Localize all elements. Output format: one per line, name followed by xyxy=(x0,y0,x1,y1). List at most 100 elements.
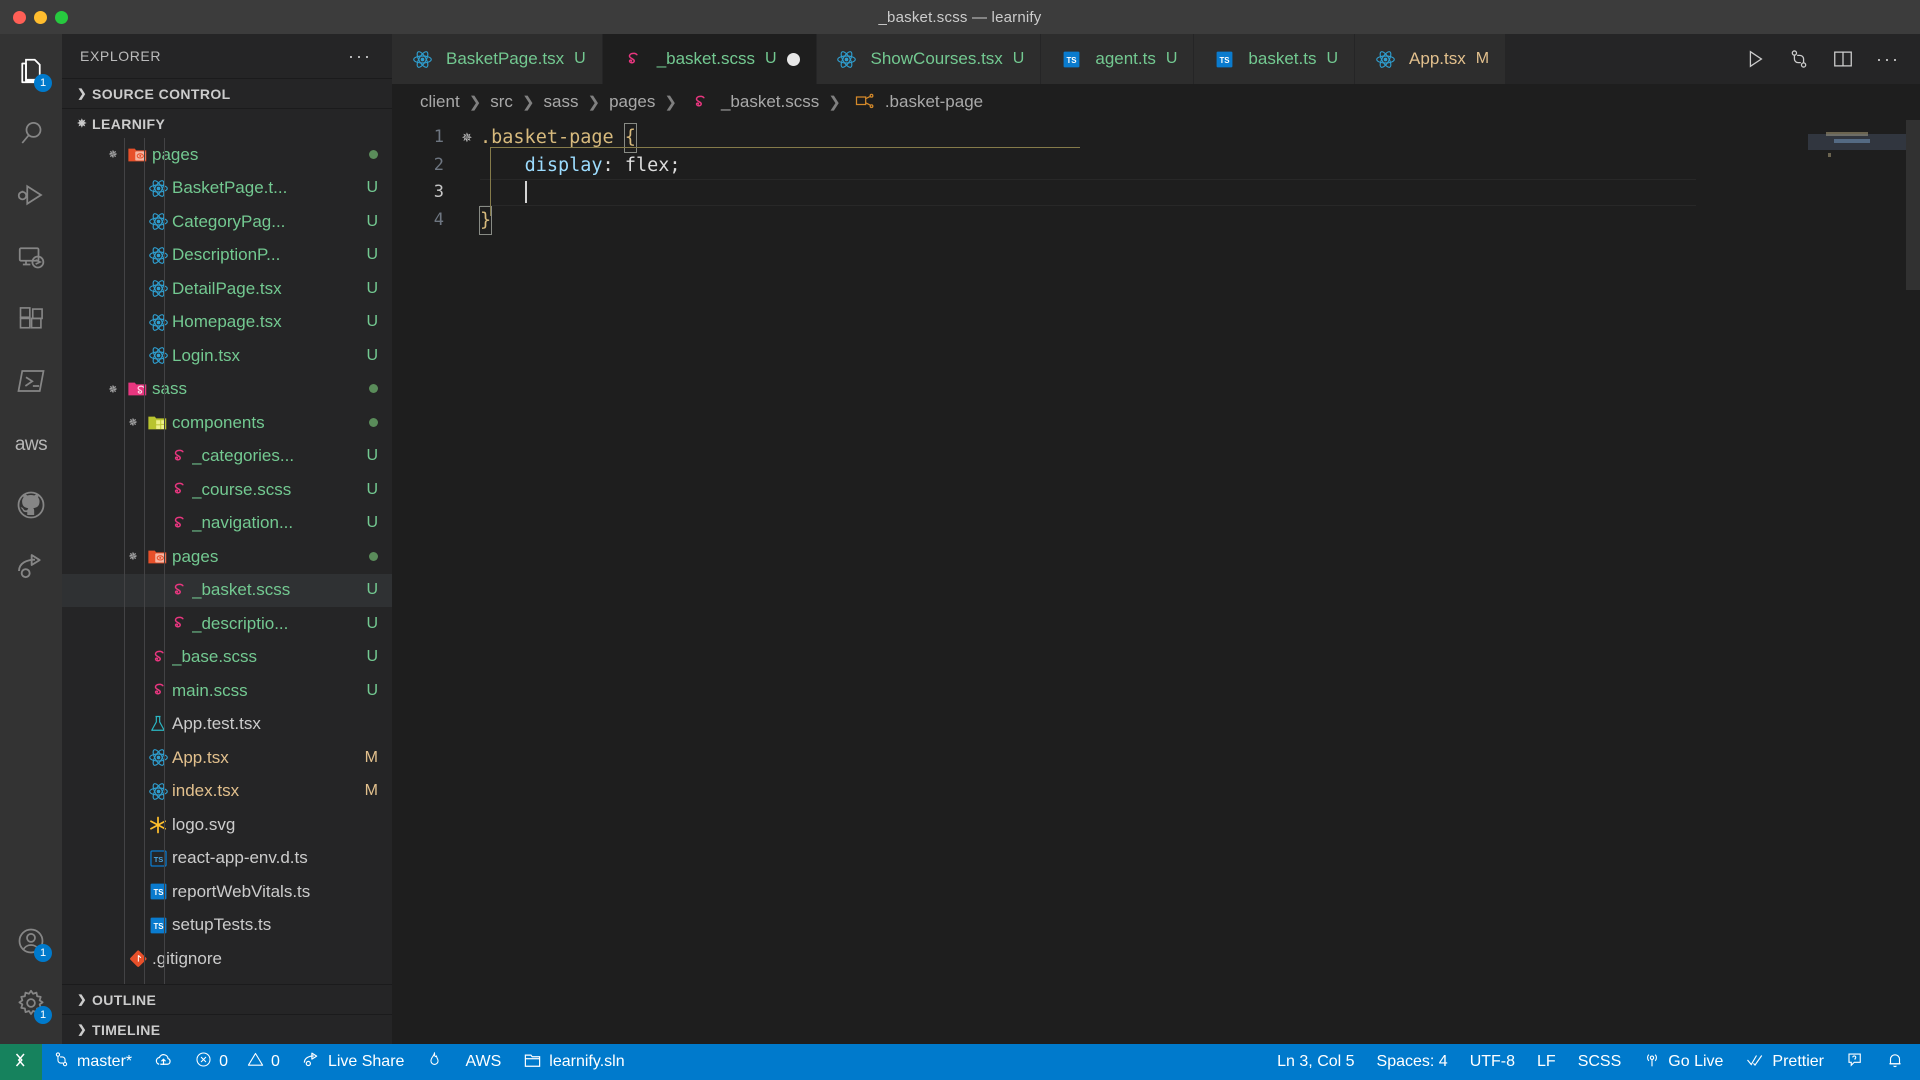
activity-powershell[interactable] xyxy=(0,352,62,414)
breadcrumb-item[interactable]: pages xyxy=(609,92,655,112)
status-flame[interactable] xyxy=(415,1044,454,1080)
tree-file-row[interactable]: _course.scss U xyxy=(62,473,392,507)
breadcrumb-item[interactable]: src xyxy=(490,92,513,112)
tab-dirty-indicator[interactable] xyxy=(786,52,800,66)
status-encoding[interactable]: UTF-8 xyxy=(1459,1044,1526,1080)
status-branch[interactable]: master* xyxy=(42,1044,143,1080)
chevron-down-icon[interactable]: ✵ xyxy=(122,416,144,429)
tree-folder-row[interactable]: ✵ pages xyxy=(62,138,392,172)
editor-tab[interactable]: ShowCourses.tsx U xyxy=(816,34,1042,84)
status-sync-changes[interactable] xyxy=(143,1044,184,1080)
status-language-mode[interactable]: SCSS xyxy=(1567,1044,1633,1080)
tree-item-label: sass xyxy=(152,379,187,399)
status-prettier[interactable]: Prettier xyxy=(1734,1044,1835,1080)
tree-file-row[interactable]: App.tsx M xyxy=(62,741,392,775)
chevron-down-icon[interactable]: ✵ xyxy=(102,148,124,161)
sidebar-more-actions-icon[interactable]: ··· xyxy=(348,46,372,67)
editor-tab[interactable]: BasketPage.tsx U xyxy=(392,34,603,84)
split-editor-icon[interactable] xyxy=(1832,48,1854,70)
tree-folder-row[interactable]: ✵ components xyxy=(62,406,392,440)
play-icon[interactable] xyxy=(1744,48,1766,70)
activity-accounts[interactable]: 1 xyxy=(0,912,62,974)
fold-chevron-down-icon[interactable]: ✵ xyxy=(454,124,480,152)
breadcrumb-item[interactable]: client xyxy=(420,92,460,112)
breadcrumb-item[interactable]: sass xyxy=(544,92,579,112)
tree-folder-row[interactable]: ✵ pages xyxy=(62,540,392,574)
bracket-scope-guide xyxy=(490,147,491,216)
tree-file-row[interactable]: TS reportWebVitals.ts xyxy=(62,875,392,909)
test-flask-icon xyxy=(144,714,172,734)
editor-scrollbar[interactable] xyxy=(1906,120,1920,1044)
status-solution[interactable]: learnify.sln xyxy=(512,1044,635,1080)
file-tree[interactable]: ✵ pages BasketPage.t... U CategoryPag... U … xyxy=(62,138,392,984)
activity-run-debug[interactable] xyxy=(0,166,62,228)
status-remote-host[interactable] xyxy=(0,1044,42,1080)
tree-file-row[interactable]: App.test.tsx xyxy=(62,708,392,742)
breadcrumb-item[interactable]: .basket-page xyxy=(850,92,983,112)
tree-file-row[interactable]: _base.scss U xyxy=(62,641,392,675)
code-editor[interactable]: 1 ✵ .basket-page { 2 display: flex; 3 4 … xyxy=(392,120,1808,1044)
more-icon[interactable]: ··· xyxy=(1876,49,1900,70)
activity-remote-explorer[interactable] xyxy=(0,228,62,290)
tree-file-row[interactable]: BasketPage.t... U xyxy=(62,172,392,206)
tree-file-row[interactable]: _navigation... U xyxy=(62,507,392,541)
editor-tab[interactable]: TS basket.ts U xyxy=(1194,34,1356,84)
tree-file-row[interactable]: logo.svg xyxy=(62,808,392,842)
status-go-live[interactable]: Go Live xyxy=(1632,1044,1734,1080)
status-feedback[interactable] xyxy=(1835,1044,1875,1080)
activity-search[interactable] xyxy=(0,104,62,166)
tree-item-label: Login.tsx xyxy=(172,345,241,365)
tree-file-row[interactable]: TS react-app-env.d.ts xyxy=(62,842,392,876)
minimap[interactable] xyxy=(1808,120,1920,1044)
section-timeline[interactable]: ❯ TIMELINE xyxy=(62,1014,392,1044)
status-problems[interactable]: 0 0 xyxy=(184,1044,291,1080)
tree-file-row[interactable]: index.tsx M xyxy=(62,775,392,809)
tree-file-row[interactable]: Login.tsx U xyxy=(62,339,392,373)
activity-aws[interactable]: aws xyxy=(0,414,62,476)
editor-tab[interactable]: _basket.scss U xyxy=(602,34,817,84)
activity-explorer[interactable]: 1 xyxy=(0,42,62,104)
close-window-button[interactable] xyxy=(13,10,26,24)
folder-sass-icon xyxy=(124,378,152,400)
breadcrumb[interactable]: client ❯ src ❯ sass ❯ pages ❯ _basket.scss ❯ .bask… xyxy=(392,84,1920,120)
status-aws[interactable]: AWS xyxy=(454,1044,512,1080)
tree-file-row[interactable]: CategoryPag... U xyxy=(62,205,392,239)
maximize-window-button[interactable] xyxy=(55,10,68,24)
status-notifications[interactable] xyxy=(1875,1044,1920,1080)
tree-file-row[interactable]: main.scss U xyxy=(62,674,392,708)
ts-icon: TS xyxy=(144,916,172,935)
section-outline[interactable]: ❯ OUTLINE xyxy=(62,984,392,1014)
minimap-slider[interactable] xyxy=(1808,134,1906,150)
chevron-down-icon[interactable]: ✵ xyxy=(122,550,144,563)
breadcrumb-item[interactable]: _basket.scss xyxy=(686,92,819,113)
status-live-share[interactable]: Live Share xyxy=(291,1044,416,1080)
tree-file-row[interactable]: DescriptionP... U xyxy=(62,239,392,273)
tree-file-row[interactable]: Homepage.tsx U xyxy=(62,306,392,340)
tree-folder-row[interactable]: ✵ sass xyxy=(62,373,392,407)
status-cursor-position[interactable]: Ln 3, Col 5 xyxy=(1266,1044,1365,1080)
activity-live-share[interactable] xyxy=(0,538,62,600)
editor-tab[interactable]: App.tsx M xyxy=(1355,34,1507,84)
source-control-icon[interactable] xyxy=(1788,48,1810,70)
activity-settings[interactable]: 1 xyxy=(0,974,62,1036)
window-controls[interactable] xyxy=(0,10,68,24)
activity-github[interactable] xyxy=(0,476,62,538)
section-learnify[interactable]: ✵ LEARNIFY xyxy=(62,108,392,138)
chevron-down-icon[interactable]: ✵ xyxy=(102,383,124,396)
tree-file-row[interactable]: _descriptio... U xyxy=(62,607,392,641)
tree-file-row[interactable]: .gitignore xyxy=(62,942,392,976)
activity-extensions[interactable] xyxy=(0,290,62,352)
react-icon xyxy=(144,278,172,299)
minimize-window-button[interactable] xyxy=(34,10,47,24)
scrollbar-thumb[interactable] xyxy=(1906,120,1920,290)
editor-tab[interactable]: TS agent.ts U xyxy=(1041,34,1195,84)
tree-file-row[interactable]: _basket.scss U xyxy=(62,573,392,607)
section-source-control[interactable]: ❯ SOURCE CONTROL xyxy=(62,78,392,108)
editor-content: 1 ✵ .basket-page { 2 display: flex; 3 4 … xyxy=(392,120,1920,1044)
tree-item-label: DetailPage.tsx xyxy=(172,278,282,298)
status-eol[interactable]: LF xyxy=(1526,1044,1567,1080)
tree-file-row[interactable]: TS setupTests.ts xyxy=(62,909,392,943)
status-indentation[interactable]: Spaces: 4 xyxy=(1366,1044,1459,1080)
tree-file-row[interactable]: DetailPage.tsx U xyxy=(62,272,392,306)
tree-file-row[interactable]: _categories... U xyxy=(62,440,392,474)
